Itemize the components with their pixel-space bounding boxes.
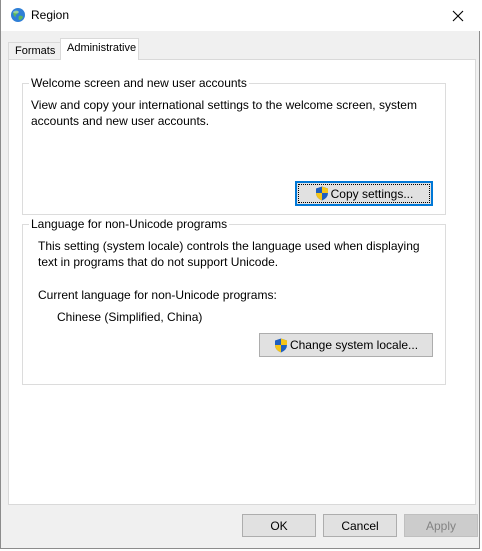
- region-dialog: Region Formats Administrative Welcome sc…: [0, 0, 481, 549]
- non-unicode-group: Language for non-Unicode programs This s…: [22, 217, 446, 385]
- current-language-value: Chinese (Simplified, China): [57, 310, 203, 324]
- window-title: Region: [31, 8, 70, 22]
- copy-settings-button[interactable]: Copy settings...: [295, 181, 433, 206]
- close-button[interactable]: [435, 0, 481, 31]
- cancel-button[interactable]: Cancel: [323, 514, 397, 537]
- uac-shield-icon: [315, 186, 328, 201]
- globe-icon: [11, 8, 25, 22]
- title-bar: Region: [1, 0, 481, 31]
- tab-formats[interactable]: Formats: [8, 42, 61, 60]
- change-system-locale-label: Change system locale...: [289, 338, 419, 352]
- ok-button[interactable]: OK: [242, 514, 316, 537]
- uac-shield-icon: [274, 338, 287, 352]
- apply-button: Apply: [404, 514, 478, 537]
- close-icon: [452, 10, 464, 21]
- locale-description-line1: This setting (system locale) controls th…: [38, 239, 420, 253]
- current-language-label: Current language for non-Unicode program…: [38, 288, 277, 302]
- welcome-screen-group: Welcome screen and new user accounts Vie…: [22, 76, 446, 215]
- change-system-locale-button[interactable]: Change system locale...: [259, 333, 433, 357]
- copy-settings-label: Copy settings...: [330, 186, 414, 201]
- locale-description-line2: text in programs that do not support Uni…: [38, 255, 279, 269]
- administrative-panel: Welcome screen and new user accounts Vie…: [8, 59, 476, 505]
- welcome-group-title: Welcome screen and new user accounts: [29, 76, 249, 90]
- welcome-description-line1: View and copy your international setting…: [31, 98, 417, 112]
- welcome-description-line2: accounts and new user accounts.: [31, 114, 210, 128]
- tab-administrative[interactable]: Administrative: [60, 38, 139, 60]
- non-unicode-group-title: Language for non-Unicode programs: [29, 217, 230, 231]
